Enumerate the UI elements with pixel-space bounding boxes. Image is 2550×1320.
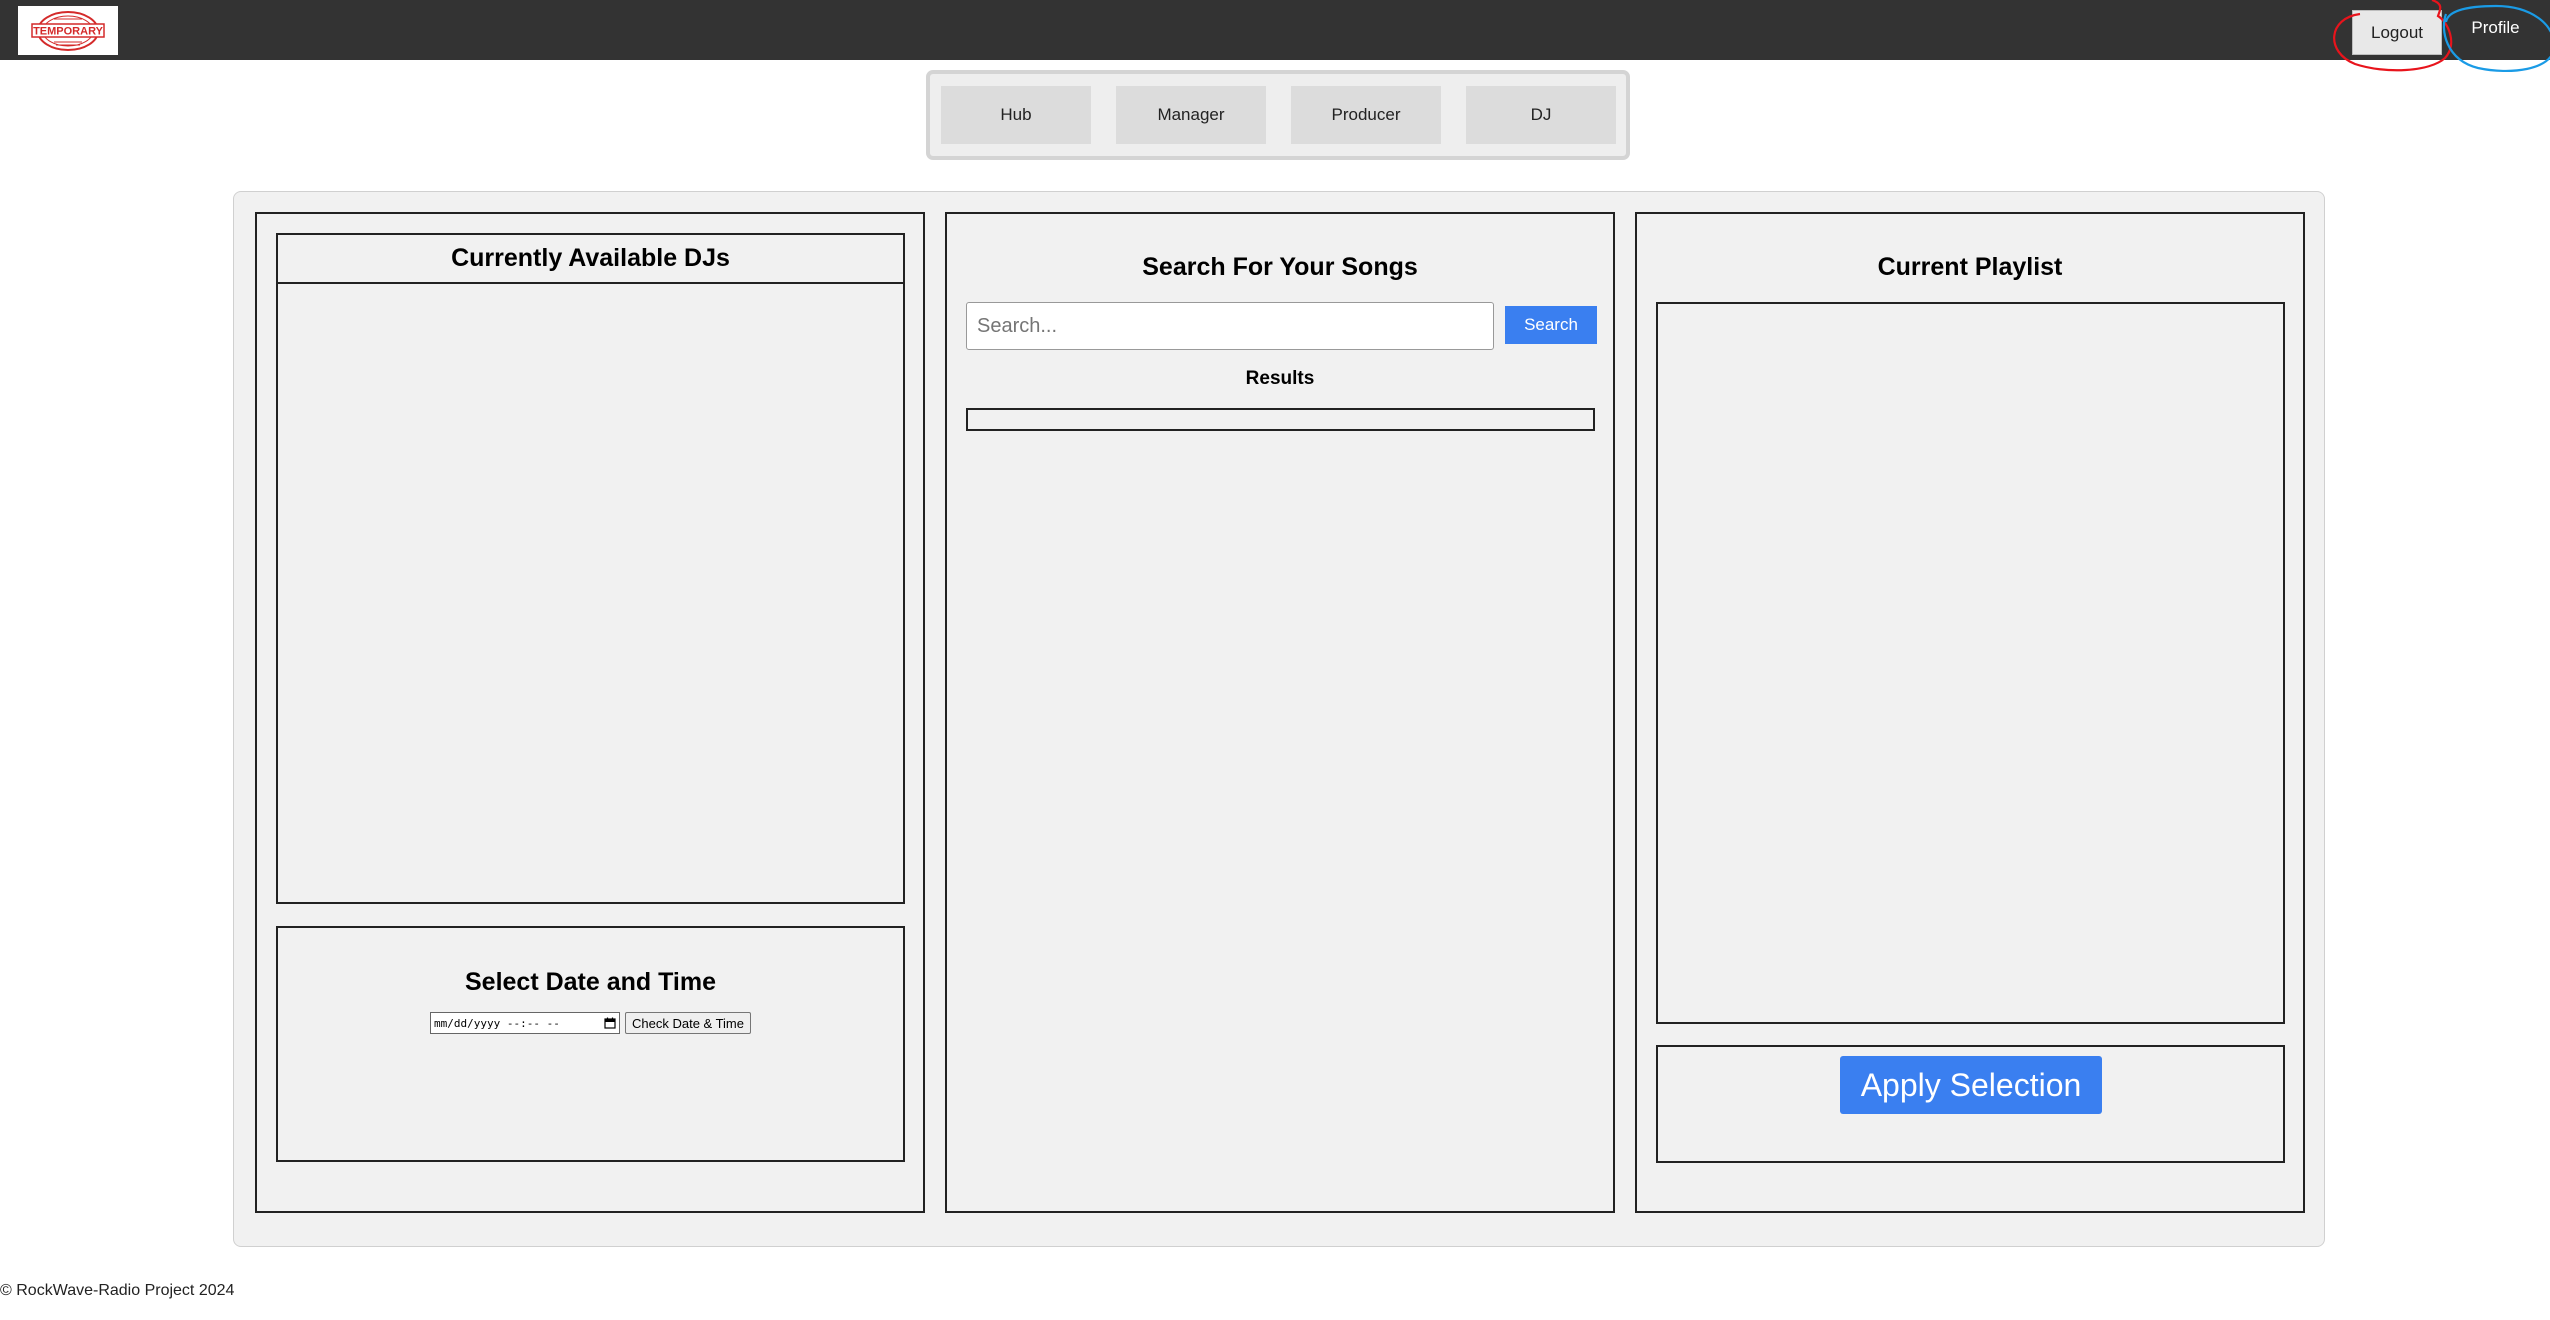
apply-selection-button[interactable]: Apply Selection [1840,1056,2102,1114]
nav-hub-button[interactable]: Hub [941,86,1091,144]
apply-panel: Apply Selection [1656,1045,2285,1163]
profile-button[interactable]: Profile [2448,0,2543,56]
footer-copyright: © RockWave-Radio Project 2024 [0,1282,235,1299]
results-list [966,408,1595,431]
date-time-row: mm/dd/yyyy --:-- -- Check Date & Time [278,1012,903,1034]
left-column: Currently Available DJs Select Date and … [255,212,925,1213]
calendar-icon[interactable] [604,1017,616,1029]
logout-button[interactable]: Logout [2352,10,2442,55]
datetime-placeholder: mm/dd/yyyy --:-- -- [434,1016,560,1030]
date-time-title: Select Date and Time [464,968,717,996]
nav-manager-button[interactable]: Manager [1116,86,1266,144]
main-panel: Currently Available DJs Select Date and … [233,191,2325,1247]
logo[interactable]: TEMPORARY [18,6,118,55]
available-djs-panel: Currently Available DJs [276,233,905,904]
datetime-input[interactable]: mm/dd/yyyy --:-- -- [430,1012,620,1034]
available-djs-title: Currently Available DJs [278,235,903,284]
current-playlist-title: Current Playlist [1877,253,2063,281]
search-button[interactable]: Search [1505,306,1597,344]
search-songs-title: Search For Your Songs [1142,253,1418,281]
role-nav: Hub Manager Producer DJ [926,70,1630,160]
available-djs-list [278,284,903,902]
logo-stamp-icon: TEMPORARY [31,10,105,51]
right-column: Current Playlist Apply Selection [1635,212,2305,1213]
top-bar: TEMPORARY Logout Profile [0,0,2550,60]
svg-text:TEMPORARY: TEMPORARY [33,25,104,37]
nav-dj-button[interactable]: DJ [1466,86,1616,144]
song-search-input[interactable] [966,302,1494,350]
results-label: Results [1245,368,1315,389]
date-time-panel: Select Date and Time mm/dd/yyyy --:-- --… [276,926,905,1162]
check-date-time-button[interactable]: Check Date & Time [625,1012,751,1034]
nav-producer-button[interactable]: Producer [1291,86,1441,144]
playlist-list [1656,302,2285,1024]
middle-column: Search For Your Songs Search Results [945,212,1615,1213]
